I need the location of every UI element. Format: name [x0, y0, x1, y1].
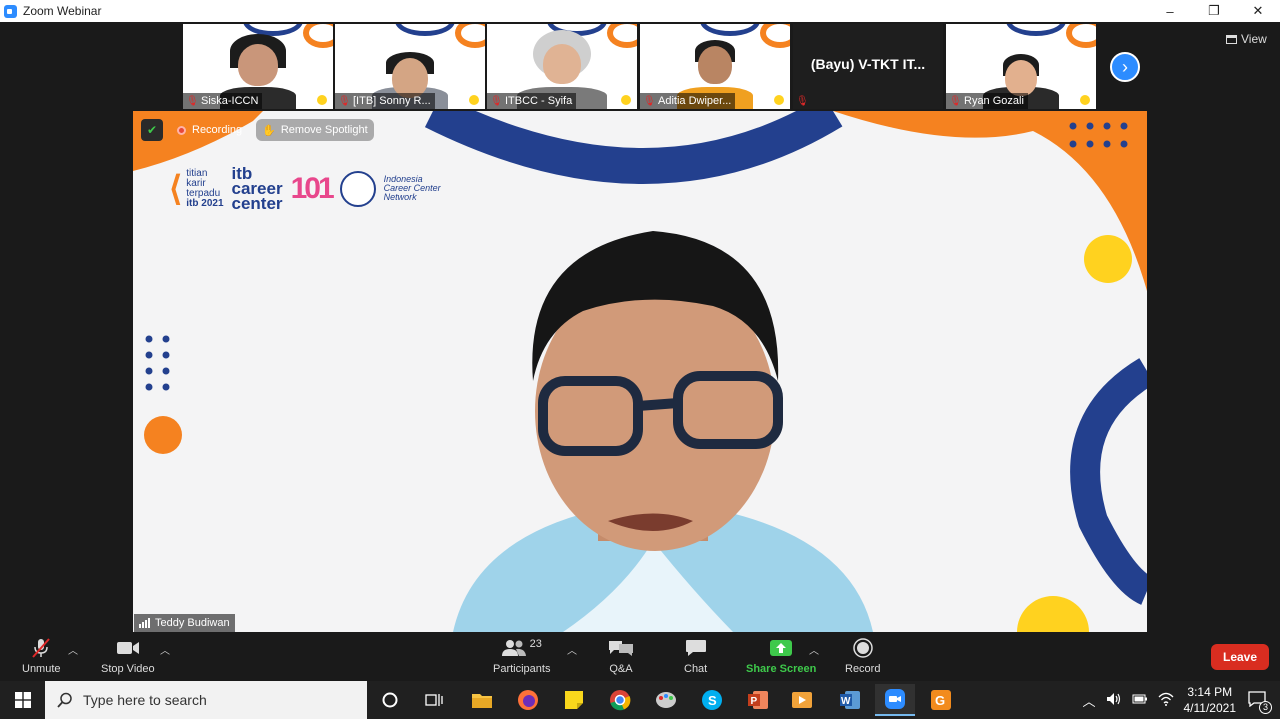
participants-icon [501, 640, 526, 656]
speaker-name-label: Teddy Budiwan [134, 614, 235, 632]
participant-thumbnail[interactable]: (Bayu) V-TKT IT... 🎙 [793, 24, 943, 109]
sticky-notes-icon[interactable] [554, 684, 594, 716]
meeting-toolbar: Unmute ︿ Stop Video ︿ 23 Participants ︿ … [0, 632, 1280, 681]
battery-icon[interactable] [1132, 693, 1148, 708]
stop-video-button[interactable]: Stop Video [101, 638, 155, 675]
record-icon [852, 638, 873, 658]
taskbar-search[interactable]: Type here to search [45, 681, 367, 719]
window-title: Zoom Webinar [23, 4, 102, 18]
participant-name: (Bayu) V-TKT IT... [810, 56, 926, 72]
windows-logo-icon [14, 692, 31, 708]
mic-muted-icon: 🎙 [796, 95, 809, 107]
qa-icon [608, 638, 634, 658]
restore-button[interactable]: ❐ [1192, 0, 1236, 22]
participant-name: 🎙 Aditia Dwiper... [640, 93, 736, 109]
event-logos: ⟨ titian karir terpadu itb 2021 itb career ce… [169, 164, 441, 213]
participants-button[interactable]: 23 Participants [493, 638, 550, 675]
mic-muted-icon [30, 638, 52, 658]
record-button[interactable]: Record [845, 638, 880, 675]
mic-muted-icon: 🎙 [949, 95, 962, 107]
iccn-logo: Indonesia Career Center Network [383, 174, 441, 202]
video-camera-icon [116, 638, 140, 658]
view-button[interactable]: View [1226, 32, 1267, 46]
windows-taskbar: Type here to search S P W G ︿ 3:14 PM 4/… [0, 681, 1280, 719]
participant-thumbnail[interactable]: 🎙 ITBCC - Syifa [487, 24, 637, 109]
chevron-right-icon: › [1122, 56, 1128, 77]
skype-icon[interactable]: S [692, 684, 732, 716]
participant-name: 🎙 [ITB] Sonny R... [335, 93, 435, 109]
pin-icon: ✋ [262, 124, 276, 137]
participants-count: 23 [529, 638, 542, 650]
notification-center-icon[interactable]: 3 [1248, 690, 1272, 714]
minimize-button[interactable]: – [1148, 0, 1192, 22]
task-view-icon[interactable] [414, 684, 454, 716]
signal-strength-icon [139, 618, 150, 628]
recording-bar: ✔ Recording ✋ Remove Spotlight [141, 119, 374, 141]
participant-thumbnail[interactable]: 🎙 [ITB] Sonny R... [335, 24, 485, 109]
record-dot-icon [177, 125, 186, 135]
leave-button[interactable]: Leave [1211, 644, 1269, 670]
centennial-logo: 101 [290, 171, 335, 205]
spotlight-video: ✔ Recording ✋ Remove Spotlight ⟨ titian ka… [133, 111, 1147, 632]
participant-name: 🎙 Ryan Gozali [946, 93, 1028, 109]
remove-spotlight-button[interactable]: ✋ Remove Spotlight [256, 119, 374, 141]
svg-text:G: G [935, 693, 945, 708]
pdf-app-icon[interactable]: G [921, 684, 961, 716]
video-options-caret-icon[interactable]: ︿ [160, 642, 170, 657]
university-seal-icon [339, 170, 376, 207]
file-explorer-icon[interactable] [462, 684, 502, 716]
participant-thumbnail[interactable]: 🎙 Aditia Dwiper... [640, 24, 790, 109]
share-screen-button[interactable]: Share Screen [746, 638, 816, 675]
chat-icon [685, 638, 707, 658]
search-icon [57, 692, 72, 708]
mic-muted-icon: 🎙 [338, 95, 351, 107]
audio-options-caret-icon[interactable]: ︿ [68, 642, 78, 657]
recording-indicator: Recording [171, 119, 248, 141]
show-hidden-icons-chevron-icon[interactable]: ︿ [1082, 691, 1095, 710]
zoom-logo-icon [4, 4, 17, 18]
volume-icon[interactable] [1106, 692, 1122, 709]
participant-name: 🎙 Siska-ICCN [183, 93, 263, 109]
itb-career-center-logo: itb career center [231, 164, 283, 213]
chrome-icon[interactable] [600, 684, 640, 716]
mic-muted-icon: 🎙 [490, 95, 503, 107]
firefox-icon[interactable] [508, 684, 548, 716]
cortana-icon[interactable] [370, 684, 410, 716]
wifi-icon[interactable] [1158, 692, 1174, 709]
share-screen-icon [769, 638, 793, 658]
powerpoint-icon[interactable]: P [738, 684, 778, 716]
window-controls: – ❐ ✕ [1148, 0, 1280, 22]
svg-text:W: W [841, 696, 851, 707]
notification-badge: 3 [1259, 700, 1272, 714]
next-page-button[interactable]: › [1110, 52, 1140, 82]
tkt-logo: ⟨ titian karir terpadu itb 2021 [169, 167, 224, 209]
unmute-button[interactable]: Unmute [22, 638, 61, 675]
svg-text:P: P [751, 696, 758, 707]
participant-status: 🎙 [793, 93, 815, 109]
mic-muted-icon: 🎙 [186, 95, 199, 107]
close-button[interactable]: ✕ [1236, 0, 1280, 22]
word-icon[interactable]: W [830, 684, 870, 716]
title-bar: Zoom Webinar – ❐ ✕ [0, 0, 1280, 22]
speaker-video [453, 231, 873, 632]
shield-check-icon[interactable]: ✔ [141, 119, 163, 141]
participant-thumbnail[interactable]: 🎙 Ryan Gozali [946, 24, 1096, 109]
system-clock[interactable]: 3:14 PM 4/11/2021 [1184, 684, 1237, 716]
meeting-area: 🎙 Siska-ICCN 🎙 [ITB] Sonny R... 🎙 ITBCC - S… [0, 22, 1280, 632]
media-player-icon[interactable] [782, 684, 822, 716]
zoom-taskbar-icon[interactable] [875, 684, 915, 716]
paint-icon[interactable] [646, 684, 686, 716]
participant-name: 🎙 ITBCC - Syifa [487, 93, 577, 109]
system-tray: ︿ 3:14 PM 4/11/2021 3 [1082, 681, 1280, 719]
chat-button[interactable]: Chat [684, 638, 707, 675]
grid-view-icon [1226, 34, 1237, 44]
participants-options-caret-icon[interactable]: ︿ [567, 642, 577, 657]
mic-muted-icon: 🎙 [643, 95, 656, 107]
participant-thumbnail[interactable]: 🎙 Siska-ICCN [183, 24, 333, 109]
share-options-caret-icon[interactable]: ︿ [809, 642, 819, 657]
qa-button[interactable]: Q&A [608, 638, 634, 675]
svg-text:S: S [708, 693, 717, 708]
start-button[interactable] [0, 681, 45, 719]
